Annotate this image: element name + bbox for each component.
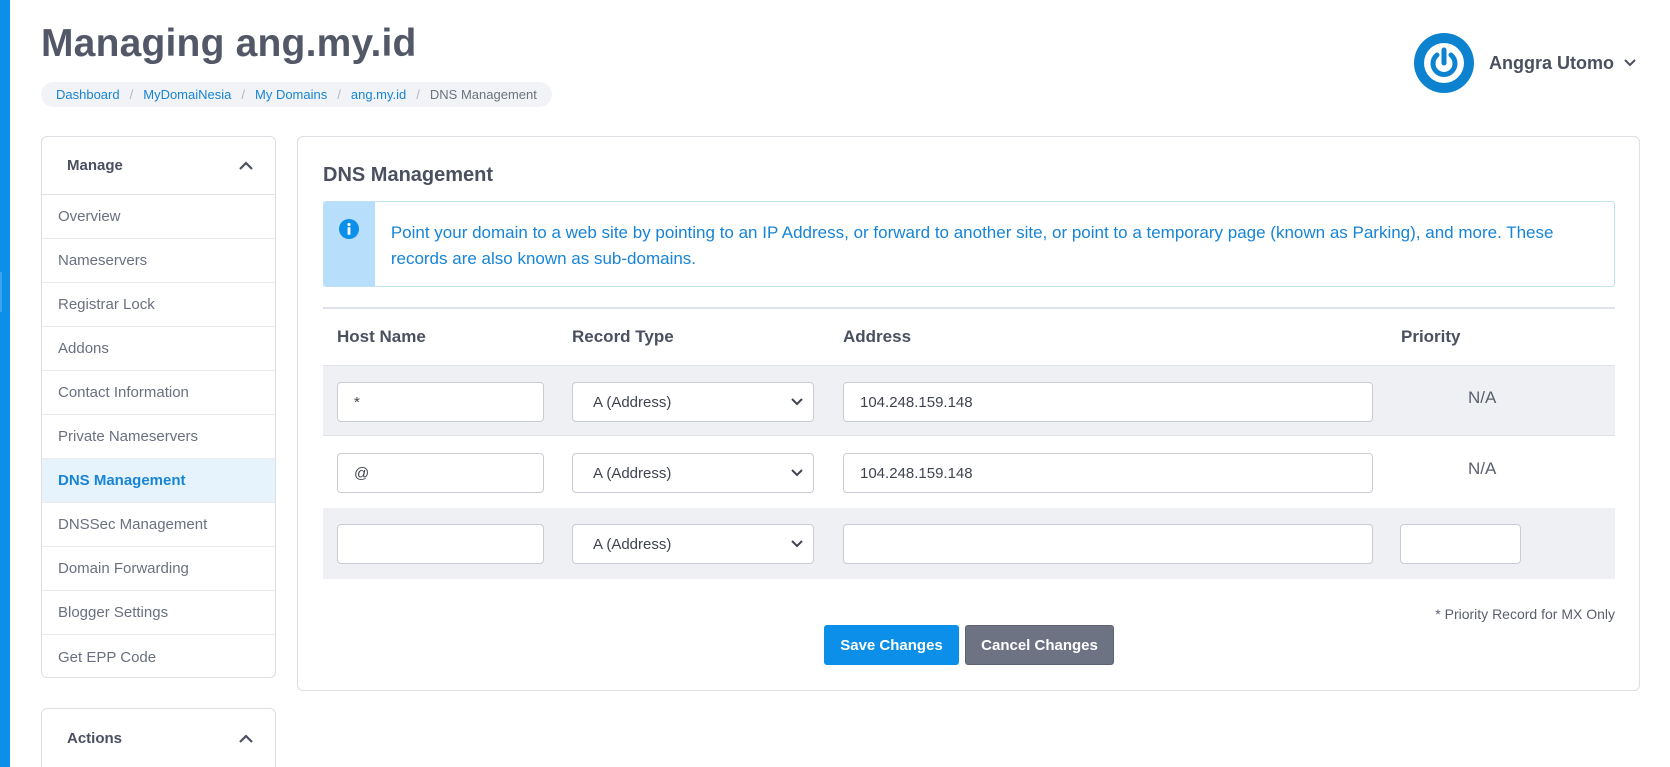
address-input[interactable] (843, 524, 1373, 564)
chevron-down-icon (791, 540, 803, 548)
sidebar-item-registrar-lock[interactable]: Registrar Lock (42, 283, 275, 327)
sidebar-item-dns-management[interactable]: DNS Management (42, 459, 275, 503)
actions-panel: Actions (41, 708, 276, 767)
address-input[interactable] (843, 453, 1373, 493)
breadcrumb-domain[interactable]: ang.my.id (351, 87, 406, 102)
breadcrumb: Dashboard / MyDomaiNesia / My Domains / … (41, 82, 552, 107)
left-accent-bar (0, 0, 10, 767)
address-input[interactable] (843, 382, 1373, 422)
manage-panel-header[interactable]: Manage (42, 137, 275, 195)
sidebar-item-domain-forwarding[interactable]: Domain Forwarding (42, 547, 275, 591)
manage-panel: Manage Overview Nameservers Registrar Lo… (41, 136, 276, 678)
left-accent-notch (0, 272, 2, 312)
info-alert-text: Point your domain to a web site by point… (390, 223, 1554, 268)
column-header-priority: Priority (1401, 327, 1461, 346)
breadcrumb-mydomainesia[interactable]: MyDomaiNesia (143, 87, 231, 102)
host-name-input[interactable] (337, 453, 544, 493)
chevron-down-icon (791, 398, 803, 406)
sidebar-item-addons[interactable]: Addons (42, 327, 275, 371)
chevron-down-icon[interactable] (1624, 59, 1636, 67)
info-alert-side (324, 202, 375, 286)
actions-panel-header[interactable]: Actions (42, 709, 275, 767)
priority-input[interactable] (1400, 524, 1521, 564)
breadcrumb-separator: / (129, 87, 134, 102)
chevron-down-icon (791, 469, 803, 477)
power-icon (1424, 43, 1464, 83)
column-header-address: Address (843, 327, 912, 346)
page-title: Managing ang.my.id (41, 22, 417, 65)
chevron-up-icon[interactable] (239, 733, 253, 743)
card-title: DNS Management (323, 164, 494, 186)
info-icon (339, 219, 360, 239)
chevron-up-icon[interactable] (239, 161, 253, 170)
sidebar-item-nameservers[interactable]: Nameservers (42, 239, 275, 283)
column-header-record-type: Record Type (572, 327, 674, 346)
sidebar-item-overview[interactable]: Overview (42, 195, 275, 239)
breadcrumb-separator: / (241, 87, 245, 102)
manage-panel-title: Manage (67, 157, 123, 174)
host-name-input[interactable] (337, 382, 544, 422)
actions-panel-title: Actions (67, 729, 123, 747)
record-type-value: A (Address) (593, 393, 672, 411)
breadcrumb-my-domains[interactable]: My Domains (255, 87, 327, 102)
record-type-value: A (Address) (593, 464, 672, 482)
avatar[interactable] (1414, 33, 1474, 93)
table-row: A (Address) N/A (323, 365, 1615, 436)
sidebar-item-dnssec-management[interactable]: DNSSec Management (42, 503, 275, 547)
column-header-host-name: Host Name (337, 327, 426, 346)
table-row: A (Address) N/A (323, 437, 1615, 508)
sidebar-item-get-epp-code[interactable]: Get EPP Code (42, 635, 275, 677)
table-row: A (Address) (323, 508, 1615, 579)
info-alert: Point your domain to a web site by point… (323, 201, 1615, 287)
record-type-value: A (Address) (593, 535, 672, 553)
sidebar-item-private-nameservers[interactable]: Private Nameservers (42, 415, 275, 459)
user-menu[interactable]: Anggra Utomo (1414, 33, 1636, 93)
host-name-input[interactable] (337, 524, 544, 564)
priority-value: N/A (1468, 388, 1497, 407)
user-name[interactable]: Anggra Utomo (1489, 53, 1614, 74)
breadcrumb-current: DNS Management (429, 87, 537, 102)
dns-management-card: DNS Management Point your domain to a we… (297, 136, 1640, 691)
record-type-select[interactable]: A (Address) (572, 453, 814, 493)
cancel-changes-button[interactable]: Cancel Changes (965, 625, 1114, 665)
priority-value: N/A (1468, 459, 1497, 478)
record-type-select[interactable]: A (Address) (572, 382, 814, 422)
save-changes-button[interactable]: Save Changes (824, 625, 959, 665)
breadcrumb-dashboard[interactable]: Dashboard (56, 87, 120, 102)
record-type-select[interactable]: A (Address) (572, 524, 814, 564)
table-top-rule (323, 307, 1615, 309)
sidebar-item-blogger-settings[interactable]: Blogger Settings (42, 591, 275, 635)
priority-note: * Priority Record for MX Only (1435, 606, 1615, 622)
breadcrumb-separator: / (337, 87, 341, 102)
sidebar-item-contact-information[interactable]: Contact Information (42, 371, 275, 415)
breadcrumb-separator: / (416, 87, 420, 102)
